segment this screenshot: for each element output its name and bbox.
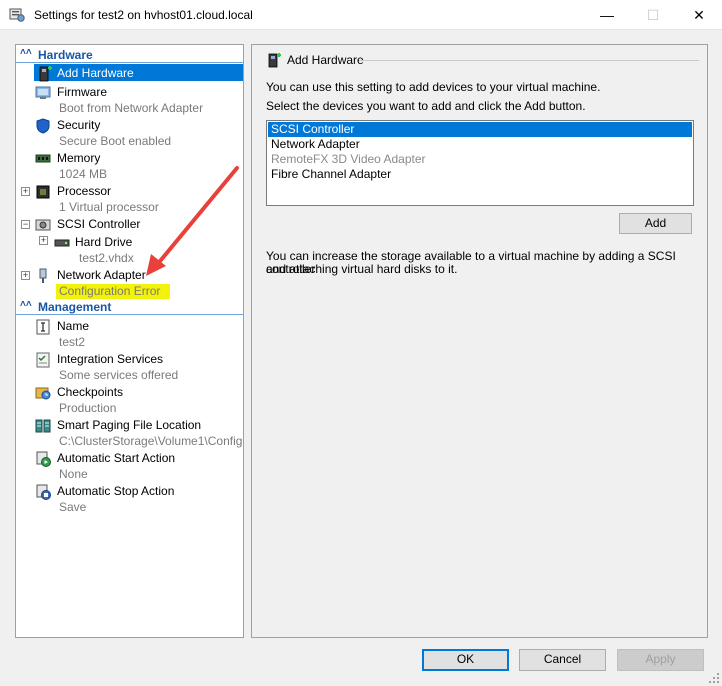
sidebar-item-label: Checkpoints (57, 385, 124, 399)
add-hardware-icon (268, 53, 281, 68)
expand-icon[interactable]: + (21, 271, 30, 280)
sidebar-item-label: Smart Paging File Location (57, 418, 202, 432)
device-option-remotefx-3d-video-adapter: RemoteFX 3D Video Adapter (271, 152, 426, 166)
sidebar-item-security[interactable]: Security Secure Boot enabled (16, 116, 243, 149)
sidebar-item-detail: Production (59, 401, 117, 415)
maximize-button[interactable]: ☐ (630, 0, 676, 30)
management-header-label: Management (38, 300, 112, 314)
sidebar-item-label: Add Hardware (57, 66, 134, 80)
sidebar-item-scsi-controller[interactable]: − SCSI Controller (16, 215, 243, 232)
memory-icon (35, 154, 51, 163)
sidebar-item-label: Network Adapter (57, 268, 146, 282)
settings-app-icon (9, 8, 25, 22)
device-listbox[interactable]: SCSI Controller Network Adapter RemoteFX… (266, 120, 694, 206)
sidebar-item-network-adapter[interactable]: + Network Adapter Configuration Error (16, 266, 243, 299)
sidebar-item-label: Automatic Start Action (57, 451, 176, 465)
sidebar-item-detail: C:\ClusterStorage\Volume1\Config (59, 434, 243, 448)
name-icon (36, 319, 50, 335)
close-button[interactable]: ✕ (676, 0, 722, 30)
panel-title: Add Hardware (287, 53, 364, 67)
sidebar-item-automatic-stop-action[interactable]: Automatic Stop Action Save (16, 482, 243, 515)
settings-navigation-tree: ˄˄ Hardware Add Hardware Firmware Boot f… (15, 44, 244, 638)
sidebar-item-detail: Save (59, 500, 87, 514)
window-title: Settings for test2 on hvhost01.cloud.loc… (34, 8, 253, 22)
ok-button[interactable]: OK (422, 649, 509, 671)
add-button[interactable]: Add (619, 213, 692, 234)
collapse-icon[interactable]: − (21, 220, 30, 229)
sidebar-item-integration-services[interactable]: Integration Services Some services offer… (16, 350, 243, 383)
cancel-button[interactable]: Cancel (519, 649, 606, 671)
smart-paging-icon (35, 419, 51, 433)
storage-info-line-2: and attaching virtual hard disks to it. (266, 262, 458, 276)
hardware-header-label: Hardware (38, 48, 93, 62)
processor-icon (36, 185, 50, 199)
sidebar-item-detail: Secure Boot enabled (59, 134, 172, 148)
sidebar-item-memory[interactable]: Memory 1024 MB (16, 149, 243, 182)
add-hardware-icon (39, 66, 52, 82)
sidebar-item-label: Integration Services (57, 352, 164, 366)
title-bar: Settings for test2 on hvhost01.cloud.loc… (0, 0, 722, 30)
sidebar-item-label: Automatic Stop Action (57, 484, 175, 498)
sidebar-item-checkpoints[interactable]: Checkpoints Production (16, 383, 243, 416)
sidebar-item-label: SCSI Controller (57, 217, 141, 231)
instruction-text: Select the devices you want to add and c… (266, 99, 586, 113)
sidebar-item-detail: test2 (59, 335, 86, 349)
device-option-scsi-controller[interactable]: SCSI Controller (268, 122, 692, 137)
sidebar-item-detail: 1 Virtual processor (59, 200, 159, 214)
sidebar-item-hard-drive[interactable]: + Hard Drive test2.vhdx (16, 233, 243, 266)
sidebar-item-detail: Boot from Network Adapter (59, 101, 204, 115)
device-option-fibre-channel-adapter[interactable]: Fibre Channel Adapter (268, 167, 692, 182)
checkpoints-icon (35, 387, 51, 400)
sidebar-item-smart-paging[interactable]: Smart Paging File Location C:\ClusterSto… (16, 416, 243, 449)
sidebar-item-label: Name (57, 319, 90, 333)
minimize-button[interactable]: — (584, 0, 630, 30)
network-adapter-icon (39, 268, 47, 283)
expand-icon[interactable]: + (39, 236, 48, 245)
sidebar-item-detail: 1024 MB (59, 167, 108, 181)
sidebar-item-label: Firmware (57, 85, 107, 99)
firmware-icon (35, 86, 51, 99)
sidebar-item-automatic-start-action[interactable]: Automatic Start Action None (16, 449, 243, 482)
apply-button: Apply (617, 649, 704, 671)
sidebar-item-processor[interactable]: + Processor 1 Virtual processor (16, 182, 243, 215)
sidebar-item-label: Processor (57, 184, 112, 198)
sidebar-item-detail: None (59, 467, 88, 481)
sidebar-item-label: Hard Drive (75, 235, 133, 249)
expand-icon[interactable]: + (21, 187, 30, 196)
sidebar-item-label: Security (57, 118, 101, 132)
management-section-header[interactable]: ˄˄ Management (16, 299, 243, 315)
collapse-chevron-icon: ˄˄ (20, 47, 32, 58)
integration-services-icon (36, 352, 50, 368)
resize-grip-icon[interactable] (708, 672, 720, 684)
sidebar-item-name[interactable]: Name test2 (16, 317, 243, 350)
sidebar-item-label: Memory (57, 151, 101, 165)
shield-icon (36, 118, 50, 134)
collapse-chevron-icon: ˄˄ (20, 299, 32, 310)
sidebar-item-firmware[interactable]: Firmware Boot from Network Adapter (16, 83, 243, 116)
start-action-icon (36, 451, 51, 467)
sidebar-item-detail: test2.vhdx (79, 251, 134, 265)
stop-action-icon (36, 484, 51, 500)
intro-text: You can use this setting to add devices … (266, 80, 601, 94)
hardware-section-header[interactable]: ˄˄ Hardware (16, 47, 243, 63)
add-hardware-panel: Add Hardware You can use this setting to… (251, 44, 708, 638)
configuration-error-status: Configuration Error (56, 284, 171, 299)
title-divider (359, 60, 699, 61)
scsi-controller-icon (35, 219, 51, 231)
sidebar-item-detail: Some services offered (59, 368, 179, 382)
hard-drive-icon (54, 239, 70, 247)
device-option-network-adapter[interactable]: Network Adapter (268, 137, 692, 152)
